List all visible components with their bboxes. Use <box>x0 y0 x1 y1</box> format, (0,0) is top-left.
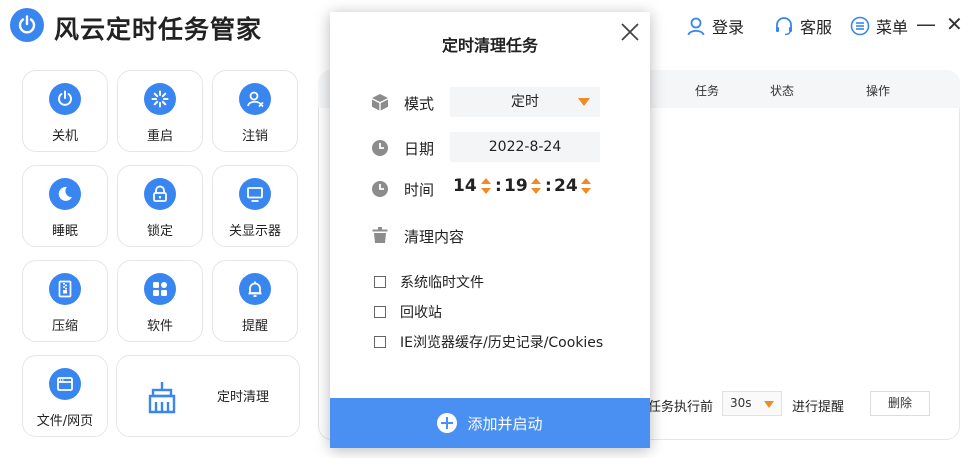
login-label: 登录 <box>712 18 745 37</box>
scheduled-clean-dialog: 定时清理任务 模式 定时 日期 2022-8-24 时间 14 : 19 : 2… <box>330 12 650 448</box>
cube-icon <box>372 94 388 111</box>
tool-shutdown[interactable]: 关机 <box>22 70 108 152</box>
date-label: 日期 <box>404 140 435 158</box>
power-logo-icon <box>10 8 44 42</box>
clock-icon <box>372 140 388 156</box>
checkbox[interactable] <box>374 306 386 318</box>
moon-icon <box>49 178 81 210</box>
remind-time-value: 30s <box>730 396 752 410</box>
option-ie-cache[interactable]: IE浏览器缓存/历史记录/Cookies <box>374 332 603 352</box>
clean-content-label: 清理内容 <box>404 228 465 246</box>
option-label: 系统临时文件 <box>400 275 484 291</box>
apps-icon <box>144 273 176 305</box>
add-and-start-label: 添加并启动 <box>467 414 543 433</box>
time-separator: : <box>545 176 552 196</box>
user-icon <box>687 17 705 36</box>
bell-icon <box>239 273 271 305</box>
minute-input[interactable]: 19 <box>504 176 528 196</box>
option-label: 回收站 <box>400 305 442 321</box>
tool-label: 压缩 <box>51 319 78 334</box>
headset-icon <box>776 17 792 36</box>
arrow-down-icon <box>481 188 491 194</box>
support-button[interactable]: 客服 <box>774 14 832 38</box>
second-input[interactable]: 24 <box>554 176 578 196</box>
remind-after-label: 进行提醒 <box>792 400 845 415</box>
dropdown-caret-icon <box>764 401 774 408</box>
tool-software[interactable]: 软件 <box>117 260 203 342</box>
arrow-up-icon <box>481 178 491 184</box>
tool-file-web[interactable]: 文件/网页 <box>22 355 108 437</box>
mode-select[interactable]: 定时 <box>450 87 600 117</box>
checkbox[interactable] <box>374 276 386 288</box>
arrow-up-icon <box>531 178 541 184</box>
tool-monitor-off[interactable]: 关显示器 <box>212 165 298 247</box>
menu-label: 菜单 <box>876 18 909 37</box>
tool-label: 提醒 <box>241 319 268 334</box>
support-label: 客服 <box>800 18 833 37</box>
arrow-down-icon <box>581 188 591 194</box>
option-temp-files[interactable]: 系统临时文件 <box>374 272 484 292</box>
dialog-title: 定时清理任务 <box>441 36 538 55</box>
logout-user-icon <box>239 83 271 115</box>
login-button[interactable]: 登录 <box>686 14 744 38</box>
close-icon <box>621 23 639 41</box>
column-header-task: 任务 <box>695 84 720 98</box>
tool-label: 关机 <box>51 129 78 144</box>
power-icon <box>49 83 81 115</box>
tool-label: 定时清理 <box>217 390 270 405</box>
tool-label: 重启 <box>146 129 173 144</box>
arrow-up-icon <box>581 178 591 184</box>
tool-sleep[interactable]: 睡眠 <box>22 165 108 247</box>
delete-button[interactable]: 删除 <box>870 391 930 416</box>
mode-label: 模式 <box>404 95 435 113</box>
tool-restart[interactable]: 重启 <box>117 70 203 152</box>
remind-before-label: 任务执行前 <box>648 400 714 415</box>
lock-icon <box>144 178 176 210</box>
time-label: 时间 <box>404 181 435 199</box>
minimize-button[interactable]: — <box>916 12 936 36</box>
tool-label: 文件/网页 <box>36 414 94 429</box>
time-separator: : <box>495 176 502 196</box>
hour-spinner[interactable] <box>481 178 491 196</box>
second-spinner[interactable] <box>581 178 591 196</box>
dialog-close-button[interactable] <box>618 20 642 44</box>
option-label: IE浏览器缓存/历史记录/Cookies <box>400 335 604 351</box>
monitor-icon <box>239 178 271 210</box>
tool-reminder[interactable]: 提醒 <box>212 260 298 342</box>
tool-label: 睡眠 <box>51 224 78 239</box>
tool-logout[interactable]: 注销 <box>212 70 298 152</box>
tool-compress[interactable]: 压缩 <box>22 260 108 342</box>
menu-icon <box>850 16 870 36</box>
trash-icon <box>372 227 388 243</box>
remind-time-select[interactable]: 30s <box>722 391 782 416</box>
restart-icon <box>144 83 176 115</box>
tool-label: 关显示器 <box>228 224 281 239</box>
tool-label: 软件 <box>146 319 173 334</box>
column-header-action: 操作 <box>866 84 891 98</box>
column-header-status: 状态 <box>770 84 795 98</box>
mode-value: 定时 <box>511 94 539 110</box>
dropdown-caret-icon <box>578 98 590 106</box>
tool-label: 注销 <box>241 129 268 144</box>
add-and-start-button[interactable]: 添加并启动 <box>330 398 650 448</box>
clock-icon <box>372 181 388 197</box>
hour-input[interactable]: 14 <box>453 176 477 196</box>
close-window-button[interactable]: ✕ <box>946 12 963 36</box>
option-recycle-bin[interactable]: 回收站 <box>374 302 442 322</box>
tool-lock[interactable]: 锁定 <box>117 165 203 247</box>
menu-button[interactable]: 菜单 <box>850 14 908 38</box>
browser-icon <box>49 368 81 400</box>
plus-circle-icon <box>437 413 458 433</box>
checkbox[interactable] <box>374 336 386 348</box>
broom-icon <box>148 382 176 414</box>
minute-spinner[interactable] <box>531 178 541 196</box>
app-title: 风云定时任务管家 <box>54 15 263 44</box>
date-input[interactable]: 2022-8-24 <box>450 132 600 162</box>
zip-icon <box>49 273 81 305</box>
tool-label: 锁定 <box>146 224 173 239</box>
tool-scheduled-clean[interactable]: 定时清理 <box>116 355 300 437</box>
arrow-down-icon <box>531 188 541 194</box>
